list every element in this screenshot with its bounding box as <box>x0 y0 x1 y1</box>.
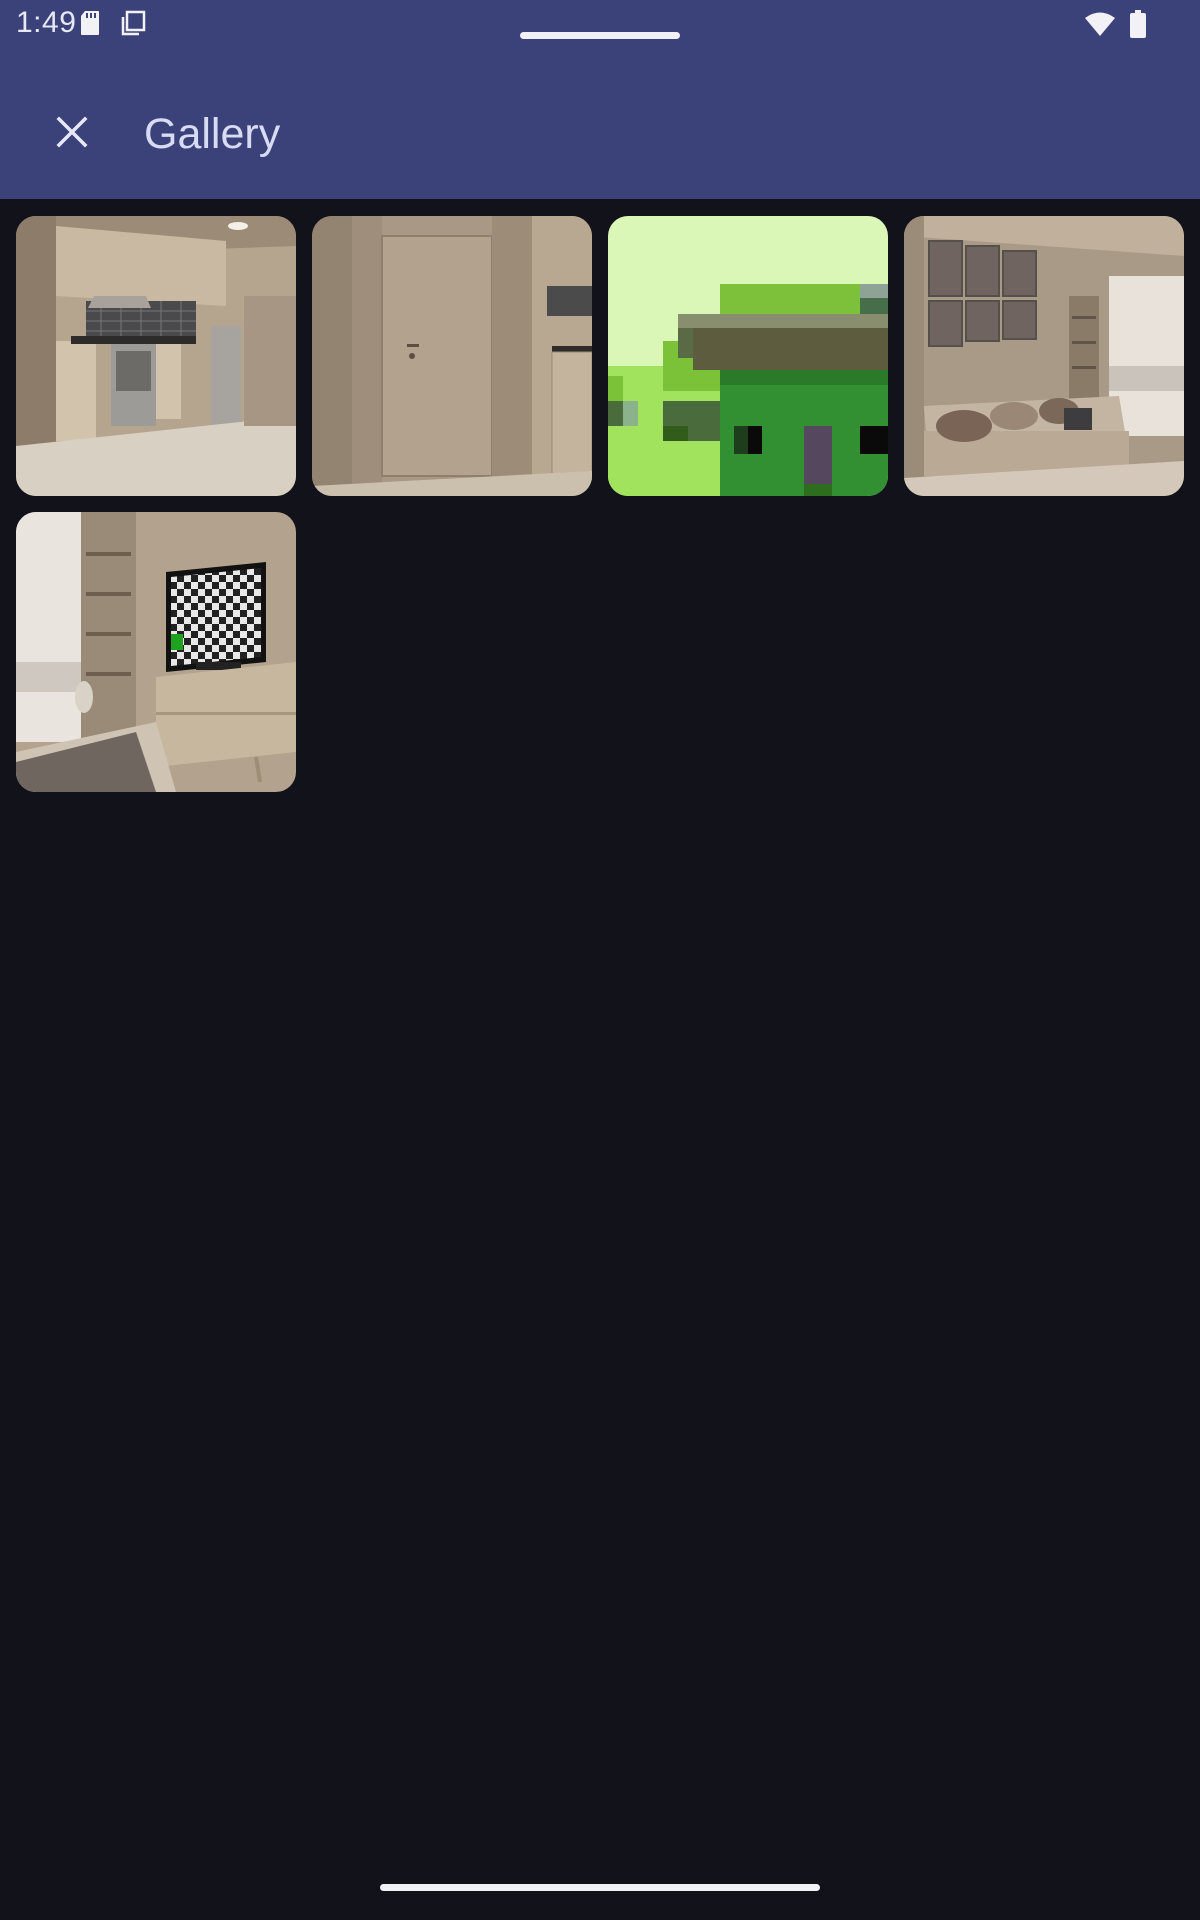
status-time: 1:49 <box>16 6 77 39</box>
close-button[interactable] <box>46 106 98 158</box>
status-left-icons <box>80 10 146 36</box>
gesture-nav-bar[interactable] <box>380 1884 820 1891</box>
gallery-item-tv-room[interactable] <box>16 512 296 792</box>
drag-handle[interactable] <box>520 32 680 39</box>
gallery-item-living-room[interactable] <box>904 216 1184 496</box>
wifi-icon <box>1085 12 1115 36</box>
gallery-grid <box>16 216 1184 792</box>
screen-copy-icon <box>121 10 146 36</box>
kitchen-photo <box>16 216 296 496</box>
gallery-item-door[interactable] <box>312 216 592 496</box>
close-icon <box>56 116 88 148</box>
page-title: Gallery <box>144 110 281 158</box>
gallery-item-kitchen[interactable] <box>16 216 296 496</box>
tv-room-photo <box>16 512 296 792</box>
pixel-art-image <box>608 216 888 496</box>
status-right-icons <box>1084 10 1146 38</box>
door-hallway-photo <box>312 216 592 496</box>
top-app-bar: 1:49 Gallery <box>0 0 1200 199</box>
battery-icon <box>1130 10 1146 38</box>
living-room-sofa-photo <box>904 216 1184 496</box>
sd-card-icon <box>81 11 99 35</box>
gallery-item-pixel-art[interactable] <box>608 216 888 496</box>
